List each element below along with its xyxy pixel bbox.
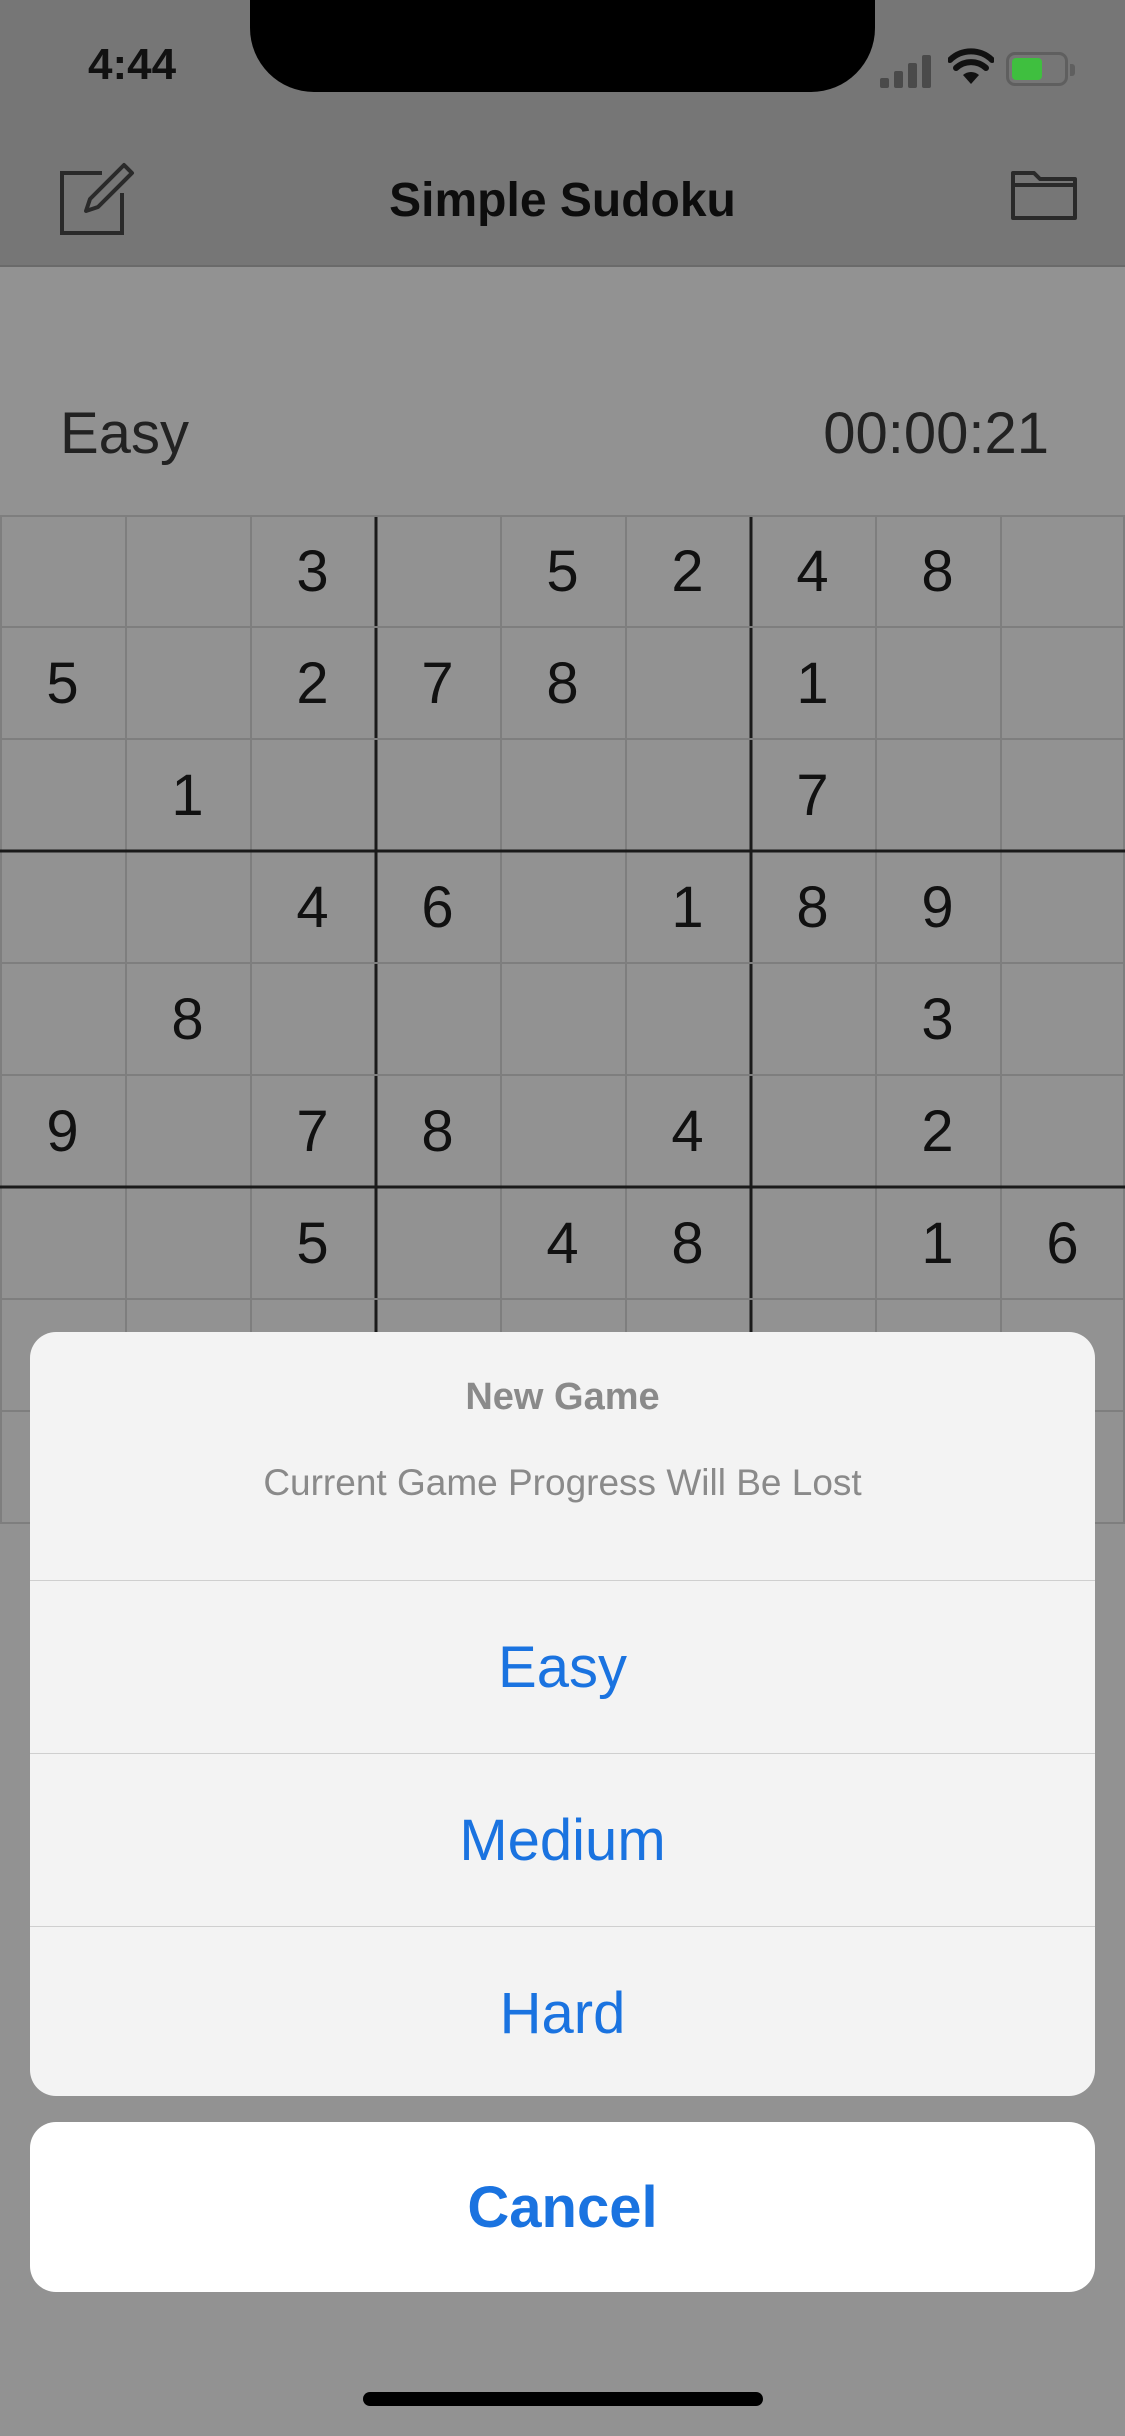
option-medium-button[interactable]: Medium xyxy=(30,1754,1095,1927)
sudoku-cell[interactable] xyxy=(0,851,125,963)
sudoku-cell[interactable] xyxy=(750,1187,875,1299)
sudoku-cell[interactable]: 2 xyxy=(875,1075,1000,1187)
sudoku-cell[interactable] xyxy=(250,739,375,851)
sudoku-cell[interactable]: 4 xyxy=(750,515,875,627)
action-sheet: New Game Current Game Progress Will Be L… xyxy=(30,1332,1095,2096)
sudoku-cell[interactable]: 9 xyxy=(0,1075,125,1187)
sudoku-cell[interactable] xyxy=(250,963,375,1075)
sudoku-cell[interactable]: 8 xyxy=(375,1075,500,1187)
sudoku-cell[interactable]: 1 xyxy=(125,739,250,851)
sudoku-cell[interactable] xyxy=(500,963,625,1075)
sudoku-cell[interactable]: 8 xyxy=(125,963,250,1075)
sudoku-cell[interactable] xyxy=(1000,739,1125,851)
sudoku-cell[interactable]: 8 xyxy=(625,1187,750,1299)
sudoku-cell[interactable]: 2 xyxy=(625,515,750,627)
sudoku-cell[interactable] xyxy=(375,963,500,1075)
sudoku-cell[interactable] xyxy=(750,1075,875,1187)
sudoku-cell[interactable] xyxy=(0,1187,125,1299)
cancel-button[interactable]: Cancel xyxy=(30,2122,1095,2292)
option-easy-button[interactable]: Easy xyxy=(30,1581,1095,1754)
sudoku-cell[interactable] xyxy=(500,739,625,851)
home-indicator xyxy=(363,2392,763,2406)
sudoku-cell[interactable]: 7 xyxy=(750,739,875,851)
sudoku-cell[interactable] xyxy=(750,963,875,1075)
sudoku-cell[interactable] xyxy=(0,739,125,851)
sudoku-cell[interactable]: 1 xyxy=(875,1187,1000,1299)
sudoku-cell[interactable] xyxy=(0,515,125,627)
sudoku-cell[interactable]: 9 xyxy=(875,851,1000,963)
sudoku-cell[interactable]: 8 xyxy=(500,627,625,739)
sudoku-cell[interactable] xyxy=(125,851,250,963)
sudoku-cell[interactable]: 6 xyxy=(1000,1187,1125,1299)
sudoku-cell[interactable]: 5 xyxy=(500,515,625,627)
status-bar: 4:44 xyxy=(0,0,1125,135)
sudoku-cell[interactable] xyxy=(625,963,750,1075)
sudoku-cell[interactable]: 7 xyxy=(250,1075,375,1187)
sudoku-cell[interactable] xyxy=(125,1075,250,1187)
sudoku-cell[interactable]: 3 xyxy=(875,963,1000,1075)
sudoku-cell[interactable]: 7 xyxy=(375,627,500,739)
sudoku-cell[interactable] xyxy=(875,627,1000,739)
battery-icon xyxy=(1006,52,1076,88)
sudoku-cell[interactable] xyxy=(500,851,625,963)
sudoku-cell[interactable]: 3 xyxy=(250,515,375,627)
sudoku-cell[interactable] xyxy=(875,739,1000,851)
sudoku-cell[interactable]: 1 xyxy=(750,627,875,739)
sudoku-cell[interactable] xyxy=(375,1187,500,1299)
sudoku-cell[interactable]: 4 xyxy=(625,1075,750,1187)
sudoku-cell[interactable] xyxy=(125,515,250,627)
wifi-icon xyxy=(948,48,994,84)
sudoku-cell[interactable]: 5 xyxy=(250,1187,375,1299)
sudoku-cell[interactable] xyxy=(375,739,500,851)
option-hard-button[interactable]: Hard xyxy=(30,1927,1095,2096)
navigation-bar: Simple Sudoku xyxy=(0,135,1125,267)
sudoku-cell[interactable] xyxy=(0,963,125,1075)
sudoku-cell[interactable] xyxy=(1000,1075,1125,1187)
sudoku-cell[interactable] xyxy=(1000,627,1125,739)
sudoku-cell[interactable] xyxy=(125,627,250,739)
difficulty-label: Easy xyxy=(60,401,189,466)
sudoku-cell[interactable] xyxy=(1000,515,1125,627)
page-title: Simple Sudoku xyxy=(389,174,736,227)
sudoku-cell[interactable]: 4 xyxy=(250,851,375,963)
action-sheet-message: Current Game Progress Will Be Lost xyxy=(263,1462,862,1503)
action-sheet-title: New Game xyxy=(465,1376,660,1418)
sudoku-cell[interactable]: 8 xyxy=(750,851,875,963)
sudoku-cell[interactable] xyxy=(1000,851,1125,963)
sudoku-cell[interactable]: 1 xyxy=(625,851,750,963)
action-sheet-header: New Game Current Game Progress Will Be L… xyxy=(30,1332,1095,1581)
sudoku-cell[interactable]: 2 xyxy=(250,627,375,739)
sudoku-cell[interactable]: 5 xyxy=(0,627,125,739)
signal-icon xyxy=(880,52,940,88)
sudoku-cell[interactable] xyxy=(1000,963,1125,1075)
sudoku-cell[interactable] xyxy=(125,1187,250,1299)
sudoku-cell[interactable] xyxy=(625,739,750,851)
status-time: 4:44 xyxy=(88,40,177,89)
sudoku-cell[interactable] xyxy=(625,627,750,739)
folder-icon[interactable] xyxy=(1010,165,1078,221)
game-timer: 00:00:21 xyxy=(823,401,1049,466)
sudoku-cell[interactable]: 4 xyxy=(500,1187,625,1299)
sudoku-cell[interactable]: 6 xyxy=(375,851,500,963)
sudoku-cell[interactable] xyxy=(500,1075,625,1187)
notch xyxy=(250,0,875,92)
sudoku-cell[interactable] xyxy=(375,515,500,627)
sudoku-cell[interactable]: 8 xyxy=(875,515,1000,627)
